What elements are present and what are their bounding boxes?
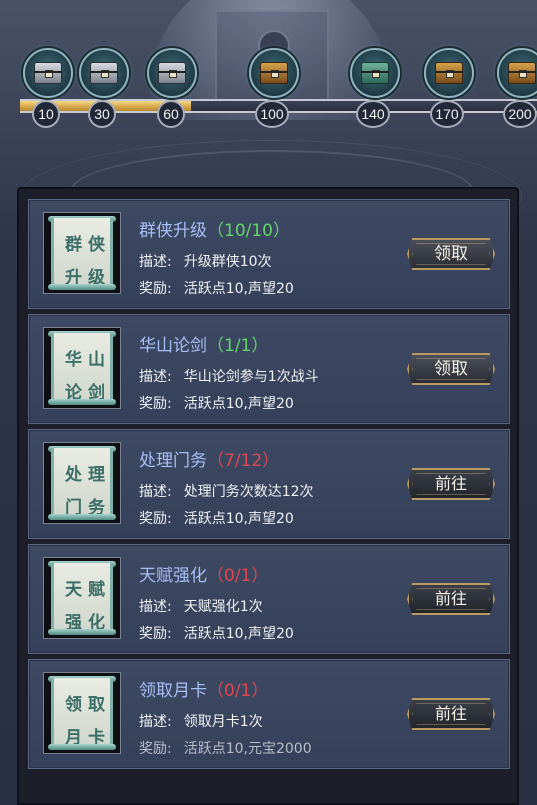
task-description: 描述: 处理门务次数达12次 [139,481,314,501]
description-text: 升级群侠10次 [183,254,272,270]
scroll-char: 山 [88,350,105,370]
go-to-button[interactable]: 前往 [407,468,495,500]
task-reward: 奖励: 活跃点10,声望20 [139,623,294,643]
task-name: 处理门务 [139,451,207,471]
task-name: 天赋强化 [139,566,207,586]
task-reward: 奖励: 活跃点10,声望20 [139,278,294,298]
milestone-points: 200 [503,100,537,128]
task-scroll-icon: 天 赋 强 化 [43,557,121,639]
milestone-chest[interactable] [79,48,129,98]
description-label: 描述: [139,714,172,730]
task-description: 描述: 天赋强化1次 [139,596,263,616]
task-scroll-icon: 领 取 月 卡 [43,672,121,754]
task-reward: 奖励: 活跃点10,声望20 [139,393,294,413]
reward-label: 奖励: [139,626,172,642]
reward-label: 奖励: [139,281,172,297]
task-scroll-icon: 华 山 论 剑 [43,327,121,409]
jade-chest-icon [361,62,389,84]
task-description: 描述: 升级群侠10次 [139,251,272,271]
description-text: 处理门务次数达12次 [183,484,314,500]
task-row: 处 理 门 务 处理门务（7/12） 描述: 处理门务次数达12次 奖励: 活跃点1… [28,429,510,539]
scroll-char: 赋 [88,580,105,600]
scroll-char: 取 [88,695,105,715]
description-text: 华山论剑参与1次战斗 [183,369,319,385]
scroll-char: 天 [65,580,82,600]
task-description: 描述: 华山论剑参与1次战斗 [139,366,319,386]
task-count: （10/10） [207,221,290,241]
reward-text: 活跃点10,元宝2000 [183,741,312,757]
task-list-panel: 群 侠 升 级 群侠升级（10/10） 描述: 升级群侠10次 奖励: 活跃点10,… [17,187,519,805]
gold-chest-icon [435,62,463,84]
milestone-points: 140 [356,100,390,128]
milestone-chest[interactable] [424,48,474,98]
task-count: （1/1） [207,336,269,356]
task-scroll-icon: 处 理 门 务 [43,442,121,524]
gold-chest-icon [508,62,536,84]
reward-label: 奖励: [139,511,172,527]
milestone-chest[interactable] [497,48,537,98]
milestone-chest[interactable] [350,48,400,98]
milestone-chest[interactable] [23,48,73,98]
task-reward: 奖励: 活跃点10,元宝2000 [139,738,312,758]
milestone-chest[interactable] [249,48,299,98]
task-name: 华山论剑 [139,336,207,356]
claim-button[interactable]: 领取 [407,238,495,270]
go-to-button[interactable]: 前往 [407,583,495,615]
reward-text: 活跃点10,声望20 [183,396,294,412]
description-text: 天赋强化1次 [183,599,263,615]
scroll-char: 领 [65,695,82,715]
task-row: 华 山 论 剑 华山论剑（1/1） 描述: 华山论剑参与1次战斗 奖励: 活跃点10… [28,314,510,424]
description-label: 描述: [139,599,172,615]
task-count: （0/1） [207,566,269,586]
scroll-char: 侠 [88,235,105,255]
silver-chest-icon [34,62,62,84]
reward-label: 奖励: [139,741,172,757]
task-row: 群 侠 升 级 群侠升级（10/10） 描述: 升级群侠10次 奖励: 活跃点10,… [28,199,510,309]
description-label: 描述: [139,484,172,500]
silver-chest-icon [90,62,118,84]
task-title: 群侠升级（10/10） [139,216,290,241]
task-title: 华山论剑（1/1） [139,331,268,356]
task-name: 群侠升级 [139,221,207,241]
reward-text: 活跃点10,声望20 [183,281,294,297]
description-label: 描述: [139,254,172,270]
milestone-points: 10 [32,100,60,128]
silver-chest-icon [158,62,186,84]
task-count: （7/12） [207,451,280,471]
task-row: 领 取 月 卡 领取月卡（0/1） 描述: 领取月卡1次 奖励: 活跃点10,元宝2… [28,659,510,769]
scroll-char: 处 [65,465,82,485]
task-reward: 奖励: 活跃点10,声望20 [139,508,294,528]
reward-text: 活跃点10,声望20 [183,511,294,527]
task-title: 领取月卡（0/1） [139,676,268,701]
claim-button[interactable]: 领取 [407,353,495,385]
description-label: 描述: [139,369,172,385]
task-row: 天 赋 强 化 天赋强化（0/1） 描述: 天赋强化1次 奖励: 活跃点10,声望2… [28,544,510,654]
task-name: 领取月卡 [139,681,207,701]
milestone-chest[interactable] [147,48,197,98]
gold-chest-icon [260,62,288,84]
reward-label: 奖励: [139,396,172,412]
task-title: 处理门务（7/12） [139,446,279,471]
task-description: 描述: 领取月卡1次 [139,711,263,731]
milestone-points: 170 [430,100,464,128]
scroll-char: 理 [88,465,105,485]
scroll-char: 群 [65,235,82,255]
milestone-points: 60 [157,100,185,128]
task-scroll-icon: 群 侠 升 级 [43,212,121,294]
reward-text: 活跃点10,声望20 [183,626,294,642]
go-to-button[interactable]: 前往 [407,698,495,730]
milestone-points: 30 [88,100,116,128]
scroll-char: 华 [65,350,82,370]
task-count: （0/1） [207,681,269,701]
description-text: 领取月卡1次 [183,714,263,730]
milestone-points: 100 [255,100,289,128]
task-title: 天赋强化（0/1） [139,561,268,586]
